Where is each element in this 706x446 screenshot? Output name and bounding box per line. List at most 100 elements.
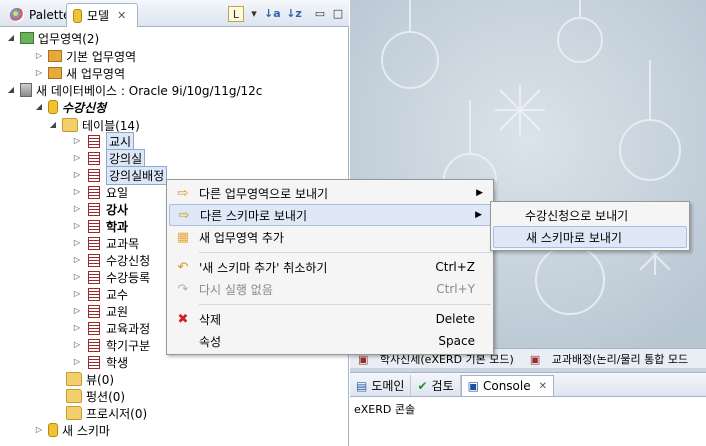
tree-label: 교과목 bbox=[106, 236, 140, 251]
submenu-item-send-to-new-schema[interactable]: 새 스키마로 보내기 bbox=[493, 226, 687, 248]
tree-item-new-schema[interactable]: ▷ 새 스키마 bbox=[34, 421, 110, 439]
table-icon bbox=[88, 134, 100, 148]
sort-descending-icon[interactable]: ↓z bbox=[286, 6, 302, 22]
menu-label: 다시 실행 없음 bbox=[199, 282, 273, 297]
tree-item-area-basic[interactable]: ▷ 기본 업무영역 bbox=[34, 47, 136, 65]
tree-item-table[interactable]: ▷ 강의실배정 bbox=[72, 165, 168, 185]
table-icon bbox=[88, 236, 100, 250]
tree-item-table[interactable]: ▷ 교과목 bbox=[72, 234, 139, 252]
expand-arrow-icon[interactable]: ◢ bbox=[6, 33, 16, 43]
tree-item-table[interactable]: ▷ 교시 bbox=[72, 131, 135, 151]
tree-label: 요일 bbox=[106, 185, 129, 200]
tree-item-functions-folder[interactable]: 펑션(0) bbox=[66, 387, 125, 405]
collapse-arrow-icon[interactable]: ▷ bbox=[72, 357, 82, 367]
collapse-arrow-icon[interactable]: ▷ bbox=[72, 306, 82, 316]
submenu-item-send-to-sugangsincheong[interactable]: 수강신청으로 보내기 bbox=[493, 204, 687, 226]
tree-item-table[interactable]: ▷ 수강신청 bbox=[72, 251, 150, 269]
menu-separator bbox=[199, 252, 491, 253]
tree-item-table[interactable]: ▷ 강의실 bbox=[72, 148, 146, 168]
tree-label: 뷰(0) bbox=[86, 372, 115, 387]
tree-item-table[interactable]: ▷ 요일 bbox=[72, 183, 128, 201]
table-icon bbox=[88, 287, 100, 301]
minimize-icon[interactable]: ▭ bbox=[312, 6, 328, 22]
arrow-right-icon: ⇨ bbox=[177, 185, 189, 201]
layout-icon[interactable]: L bbox=[228, 6, 244, 22]
maximize-icon[interactable]: □ bbox=[330, 6, 346, 22]
menu-accelerator: Space bbox=[438, 334, 475, 348]
tree-label: 강의실배정 bbox=[106, 165, 168, 185]
tab-label: Console bbox=[482, 379, 531, 393]
sort-ascending-icon[interactable]: ↓a bbox=[264, 6, 281, 22]
tree-label: 새 스키마 bbox=[62, 423, 110, 438]
chevron-down-icon[interactable]: ▾ bbox=[246, 6, 262, 22]
menu-label: 새 스키마로 보내기 bbox=[526, 230, 622, 245]
tab-palette-label: Palette bbox=[29, 8, 71, 22]
menu-item-send-to-schema[interactable]: ⇨ 다른 스키마로 보내기 ▶ bbox=[169, 204, 491, 226]
collapse-arrow-icon[interactable]: ▷ bbox=[72, 238, 82, 248]
menu-accelerator: Ctrl+Z bbox=[435, 260, 475, 274]
tree-label: 새 업무영역 bbox=[66, 66, 126, 81]
table-icon bbox=[88, 338, 100, 352]
tree-item-table[interactable]: ▷ 강사 bbox=[72, 200, 128, 218]
tab-model[interactable]: 모델 ✕ bbox=[66, 3, 138, 27]
collapse-arrow-icon[interactable]: ▷ bbox=[72, 204, 82, 214]
collapse-arrow-icon[interactable]: ▷ bbox=[72, 221, 82, 231]
folder-icon bbox=[66, 372, 82, 386]
database-server-icon bbox=[20, 83, 32, 97]
menu-item-properties[interactable]: 속성 Space bbox=[169, 330, 491, 352]
tree-item-area-new[interactable]: ▷ 새 업무영역 bbox=[34, 64, 125, 82]
tree-item-table[interactable]: ▷ 교육과정 bbox=[72, 319, 150, 337]
menu-label: 다른 업무영역으로 보내기 bbox=[199, 186, 329, 201]
domain-icon: ▤ bbox=[356, 378, 368, 393]
collapse-arrow-icon[interactable]: ▷ bbox=[72, 323, 82, 333]
tab-console[interactable]: ▣ Console ✕ bbox=[460, 375, 554, 396]
undo-icon: ↶ bbox=[177, 259, 189, 275]
collapse-arrow-icon[interactable]: ▷ bbox=[72, 272, 82, 282]
submenu-arrow-icon: ▶ bbox=[475, 210, 482, 220]
tab-domain[interactable]: ▤ 도메인 bbox=[350, 375, 412, 396]
collapse-arrow-icon[interactable]: ▷ bbox=[72, 153, 82, 163]
close-icon[interactable]: ✕ bbox=[539, 381, 547, 392]
collapse-arrow-icon[interactable]: ▷ bbox=[34, 51, 44, 61]
menu-item-undo[interactable]: ↶ '새 스키마 추가' 취소하기 Ctrl+Z bbox=[169, 256, 491, 278]
expand-arrow-icon[interactable]: ◢ bbox=[34, 102, 44, 112]
collapse-arrow-icon[interactable]: ▷ bbox=[34, 68, 44, 78]
tree-item-area-root[interactable]: ◢ 업무영역(2) bbox=[6, 29, 99, 47]
menu-label: 수강신청으로 보내기 bbox=[525, 208, 629, 223]
tab-review[interactable]: ✔ 검토 bbox=[411, 375, 461, 396]
console-panel: ▤ 도메인 ✔ 검토 ▣ Console ✕ eXERD 콘솔 bbox=[350, 372, 706, 446]
tree-item-table[interactable]: ▷ 교수 bbox=[72, 285, 128, 303]
tree-item-schema[interactable]: ◢ 수강신청 bbox=[34, 98, 106, 116]
menu-item-send-to-area[interactable]: ⇨ 다른 업무영역으로 보내기 ▶ bbox=[169, 182, 491, 204]
tree-item-table[interactable]: ▷ 학생 bbox=[72, 353, 128, 371]
table-icon bbox=[88, 219, 100, 233]
table-icon bbox=[88, 253, 100, 267]
menu-label: 새 업무영역 추가 bbox=[199, 230, 284, 245]
tree-item-database[interactable]: ◢ 새 데이터베이스 : Oracle 9i/10g/11g/12c bbox=[6, 81, 262, 99]
collapse-arrow-icon[interactable]: ▷ bbox=[72, 340, 82, 350]
collapse-arrow-icon[interactable]: ▷ bbox=[72, 187, 82, 197]
collapse-arrow-icon[interactable]: ▷ bbox=[72, 255, 82, 265]
tree-item-views-folder[interactable]: 뷰(0) bbox=[66, 370, 114, 388]
tree-label: 교원 bbox=[106, 304, 129, 319]
collapse-arrow-icon[interactable]: ▷ bbox=[34, 425, 44, 435]
menu-item-add-area[interactable]: ▦ 새 업무영역 추가 bbox=[169, 226, 491, 248]
area-group-icon bbox=[20, 32, 34, 44]
tree-item-table[interactable]: ▷ 학과 bbox=[72, 217, 128, 235]
schema-icon bbox=[48, 423, 58, 437]
expand-arrow-icon[interactable]: ◢ bbox=[48, 120, 58, 130]
tree-label: 강사 bbox=[106, 202, 129, 217]
menu-item-delete[interactable]: ✖ 삭제 Delete bbox=[169, 308, 491, 330]
collapse-arrow-icon[interactable]: ▷ bbox=[72, 136, 82, 146]
tab-diagram-2[interactable]: ▣ 교과배정(논리/물리 통합 모드 bbox=[522, 351, 696, 367]
tree-item-table[interactable]: ▷ 학기구분 bbox=[72, 336, 150, 354]
collapse-arrow-icon[interactable]: ▷ bbox=[72, 170, 82, 180]
arrow-right-icon: ⇨ bbox=[178, 207, 190, 223]
expand-arrow-icon[interactable]: ◢ bbox=[6, 85, 16, 95]
tree-item-table[interactable]: ▷ 수강등록 bbox=[72, 268, 150, 286]
tab-label: 교과배정(논리/물리 통합 모드 bbox=[551, 352, 689, 366]
collapse-arrow-icon[interactable]: ▷ bbox=[72, 289, 82, 299]
tree-item-procedures-folder[interactable]: 프로시저(0) bbox=[66, 404, 147, 422]
tree-item-table[interactable]: ▷ 교원 bbox=[72, 302, 128, 320]
close-icon[interactable]: ✕ bbox=[117, 9, 126, 22]
